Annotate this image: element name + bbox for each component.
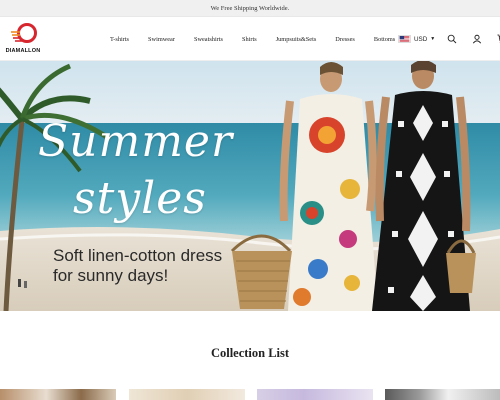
nav-item-sweatshirts[interactable]: Sweatshirts	[194, 36, 223, 43]
us-flag-icon	[398, 35, 411, 43]
main-nav: T-shirts Swimwear Sweatshirts Shirts Jum…	[110, 17, 395, 61]
search-icon[interactable]	[446, 33, 458, 45]
hero-title-line1: Summer	[38, 116, 233, 167]
account-icon[interactable]	[471, 33, 483, 45]
header-actions	[446, 33, 500, 45]
announcement-text: We Free Shipping Worldwide.	[210, 4, 290, 12]
collection-card[interactable]	[0, 389, 116, 400]
nav-item-swimwear[interactable]: Swimwear	[148, 36, 175, 43]
site-header: DIAMALLON T-shirts Swimwear Sweatshirts …	[0, 17, 500, 61]
hero-subtitle-line2: for sunny days!	[53, 266, 169, 285]
nav-item-jumpsuits-sets[interactable]: Jumpsuits&Sets	[276, 36, 317, 43]
collection-list-title: Collection List	[210, 346, 290, 360]
cart-icon[interactable]	[496, 33, 500, 45]
brand-logo[interactable]: DIAMALLON	[3, 22, 43, 58]
nav-item-shirts[interactable]: Shirts	[242, 36, 257, 43]
nav-item-dresses[interactable]: Dresses	[335, 36, 355, 43]
brand-name: DIAMALLON	[5, 48, 41, 54]
hero-subtitle-line1: Soft linen-cotton dress	[53, 246, 223, 265]
announcement-bar: We Free Shipping Worldwide.	[0, 0, 500, 17]
currency-selector[interactable]: USD ▼	[398, 34, 435, 44]
collection-card[interactable]	[129, 389, 245, 400]
nav-item-tshirts[interactable]: T-shirts	[110, 36, 129, 43]
hero-subtitle: Soft linen-cotton dress for sunny days!	[53, 246, 222, 286]
hero-banner[interactable]: Summer styles Soft linen-cotton dress fo…	[0, 61, 500, 311]
nav-item-bottoms[interactable]: Bottoms	[374, 36, 395, 43]
chevron-down-icon: ▼	[430, 36, 436, 42]
currency-code: USD	[414, 35, 428, 43]
hero-title-line2: styles	[73, 173, 207, 224]
collection-card[interactable]	[257, 389, 373, 400]
logo-mark-icon	[11, 23, 37, 43]
collection-cards	[0, 389, 500, 400]
collection-card[interactable]	[385, 389, 500, 400]
